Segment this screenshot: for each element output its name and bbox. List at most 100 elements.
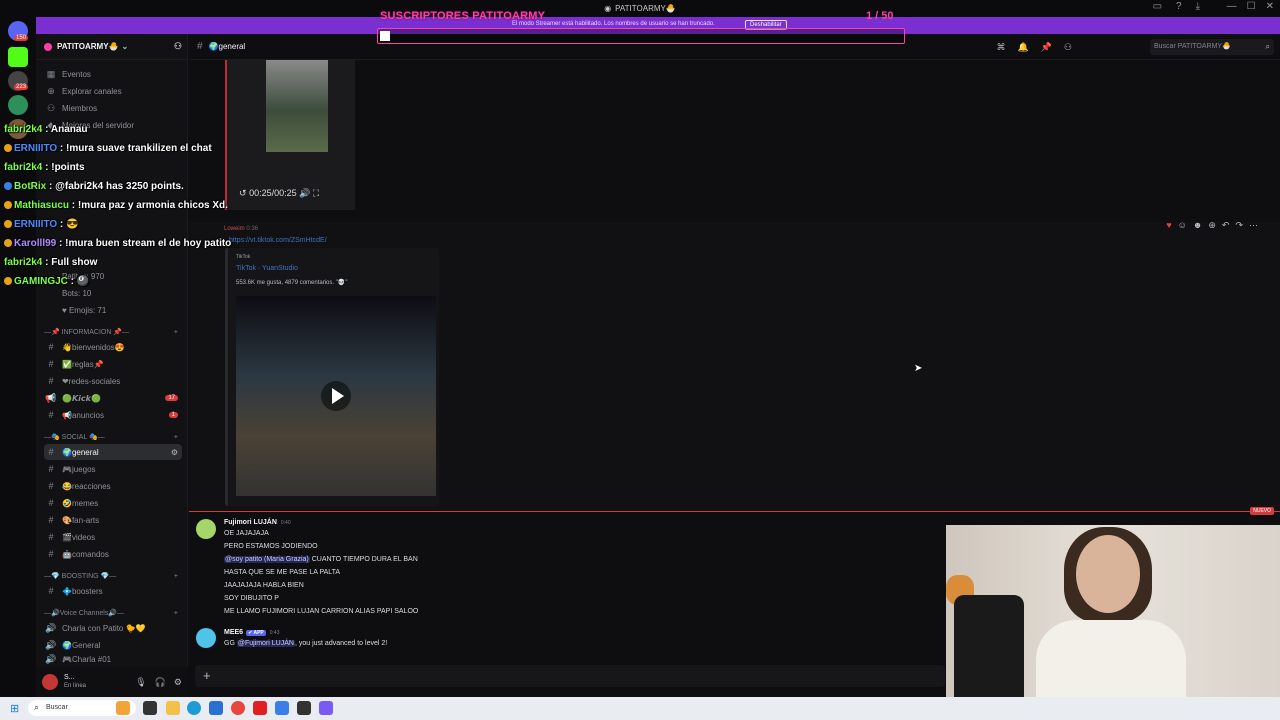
server-dot-icon <box>44 42 52 51</box>
reply-icon[interactable]: ↶ <box>1222 220 1230 231</box>
message-link[interactable]: https://vt.tiktok.com/ZSmHtcdE/ <box>229 237 327 244</box>
settings-icon[interactable]: ⚙ <box>174 677 182 688</box>
heart-reaction-icon[interactable]: ♥ <box>1166 220 1171 231</box>
unread-badge: 1 <box>168 412 178 418</box>
voice-general[interactable]: 🔊 🌍General <box>44 637 182 653</box>
members-icon[interactable]: ⚇ <box>1064 42 1072 53</box>
embed-video[interactable] <box>236 296 436 496</box>
invite-icon[interactable]: ⚇ <box>174 41 182 52</box>
bell-icon[interactable]: 🔔 <box>1017 42 1028 53</box>
threads-icon[interactable]: ⌘ <box>996 42 1005 53</box>
close-icon[interactable]: ✕ <box>1266 1 1274 12</box>
chat-user: fabri2k4 <box>4 162 43 173</box>
discord-icon[interactable] <box>319 701 333 715</box>
chrome-icon[interactable] <box>231 701 245 715</box>
windows-start-icon[interactable]: ⊞ <box>10 702 19 715</box>
pin-icon[interactable]: 📌 <box>1041 42 1052 53</box>
voice-charla-01[interactable]: 🔊 🎮Charla #01 <box>44 654 182 664</box>
channel-kick[interactable]: 📢 🟢𝙆𝙞𝙘𝙠🟢 17 <box>44 390 182 406</box>
server-icon[interactable] <box>8 95 28 115</box>
add-channel-icon[interactable]: + <box>174 610 178 617</box>
sidebar-item-explorar[interactable]: ⊕ Explorar canales <box>44 83 182 99</box>
user-mention[interactable]: @Fujimori LUJÁN <box>236 640 295 647</box>
file-explorer-icon[interactable] <box>166 701 180 715</box>
channel-boosters[interactable]: # 💠boosters <box>44 583 182 599</box>
youtube-icon[interactable] <box>253 701 267 715</box>
maximize-icon[interactable]: ☐ <box>1247 1 1256 12</box>
add-channel-icon[interactable]: + <box>174 329 178 336</box>
channel-label: 📢anuncios <box>62 410 104 420</box>
add-channel-icon[interactable]: + <box>174 573 178 580</box>
channel-videos[interactable]: # 🎬videos <box>44 529 182 545</box>
message-text: PERO ESTAMOS JODIENDO <box>224 543 318 550</box>
emoji-reaction-icon[interactable]: ☻ <box>1193 220 1202 231</box>
channel-juegos[interactable]: # 🎮juegos <box>44 461 182 477</box>
server-name: PATITOARMY🐣 <box>57 42 119 51</box>
message-author[interactable]: MEE6 ✔ APP 0:43 <box>224 629 279 636</box>
sidebar-item-label: Explorar canales <box>62 86 122 96</box>
chat-user: Mathiasucu <box>14 200 70 211</box>
attach-icon[interactable]: + <box>203 668 211 683</box>
more-icon[interactable]: ⋯ <box>1249 220 1258 231</box>
forward-icon[interactable]: ↷ <box>1235 220 1243 231</box>
channel-reacciones[interactable]: # 😂reacciones <box>44 478 182 494</box>
search-input[interactable]: Buscar PATITOARMY🐣 ⌕ <box>1150 39 1274 55</box>
text-channel-icon: # <box>48 586 54 596</box>
sidebar-item-miembros[interactable]: ⚇ Miembros <box>44 100 182 116</box>
settings-icon[interactable]: ⚙ <box>171 448 178 457</box>
video-attachment[interactable]: ↺ 00:25/00:25 🔊 ⛶ <box>225 60 355 210</box>
voice-charla-patito[interactable]: 🔊 Charla con Patito 🐤💛 <box>44 620 182 636</box>
channel-redes-sociales[interactable]: # ❤redes-sociales <box>44 373 182 389</box>
sidebar-item-label: Miembros <box>62 103 98 113</box>
badge-icon <box>4 277 12 286</box>
channel-reglas[interactable]: # ✅reglas📌 <box>44 356 182 372</box>
microphone-icon[interactable]: 🎙 <box>135 677 146 688</box>
avatar[interactable] <box>196 519 216 539</box>
headphones-icon[interactable]: 🎧 <box>155 677 166 688</box>
laugh-reaction-icon[interactable]: ☺ <box>1178 220 1187 231</box>
task-view-icon[interactable] <box>143 701 157 715</box>
channel-comandos[interactable]: # 🤖comandos <box>44 546 182 562</box>
category-informacion[interactable]: —📌 INFORMACION 📌— + <box>44 326 182 338</box>
category-label: —🎭 SOCIAL 🎭— <box>44 434 105 441</box>
store-icon[interactable] <box>209 701 223 715</box>
fullscreen-icon[interactable]: ⛶ <box>313 188 319 198</box>
chat-line: Mathiasucu : !mura paz y armonia chicos … <box>4 200 228 211</box>
play-icon[interactable] <box>321 381 351 411</box>
replay-icon[interactable]: ↺ <box>239 188 247 198</box>
channel-general[interactable]: # 🌍general ⚙ <box>44 444 182 460</box>
category-social[interactable]: —🎭 SOCIAL 🎭— + <box>44 431 182 443</box>
category-voice[interactable]: —🔊Voice Channels🔊— + <box>44 607 182 619</box>
avatar[interactable] <box>196 628 216 648</box>
author-name: MEE6 <box>224 629 244 636</box>
download-icon[interactable]: ⤓ <box>1196 1 1200 12</box>
message-author[interactable]: Fujimori LUJÁN 0:40 <box>224 519 291 526</box>
channel-anuncios[interactable]: # 📢anuncios 1 <box>44 407 182 423</box>
sidebar-item-eventos[interactable]: ▦ Eventos <box>44 66 182 82</box>
subs-goal-fill <box>380 31 390 41</box>
subs-goal-count: 1 / 50 <box>866 10 894 22</box>
app-icon[interactable] <box>275 701 289 715</box>
embed-title[interactable]: TikTok · YuanStudio <box>236 265 298 272</box>
channel-bienvenidos[interactable]: # 👋bienvenidos😍 <box>44 339 182 355</box>
message-input[interactable]: + <box>195 665 945 687</box>
news-app-icon[interactable] <box>116 701 130 715</box>
category-label: —🔊Voice Channels🔊— <box>44 610 125 617</box>
message-author[interactable]: Loweim 0:36 <box>224 226 258 232</box>
inbox-icon[interactable]: ▭ <box>1153 1 1162 12</box>
add-channel-icon[interactable]: + <box>174 434 178 441</box>
add-reaction-icon[interactable]: ⊕ <box>1208 220 1216 231</box>
channel-fan-arts[interactable]: # 🎨fan-arts <box>44 512 182 528</box>
minimize-icon[interactable]: — <box>1227 1 1237 12</box>
server-header[interactable]: PATITOARMY🐣 ⌄ ⚇ <box>36 34 188 60</box>
user-mention[interactable]: @soy patito (Maria Grazia) <box>224 556 310 563</box>
kick-server-icon[interactable] <box>8 47 28 67</box>
volume-icon[interactable]: 🔊 <box>299 188 310 198</box>
avatar[interactable] <box>42 674 58 690</box>
chat-text: : Full show <box>42 257 98 268</box>
edge-icon[interactable] <box>187 701 201 715</box>
help-icon[interactable]: ? <box>1176 1 1182 12</box>
channel-memes[interactable]: # 🤣memes <box>44 495 182 511</box>
app-icon[interactable] <box>297 701 311 715</box>
category-boosting[interactable]: —💎 BOOSTING 💎— + <box>44 570 182 582</box>
